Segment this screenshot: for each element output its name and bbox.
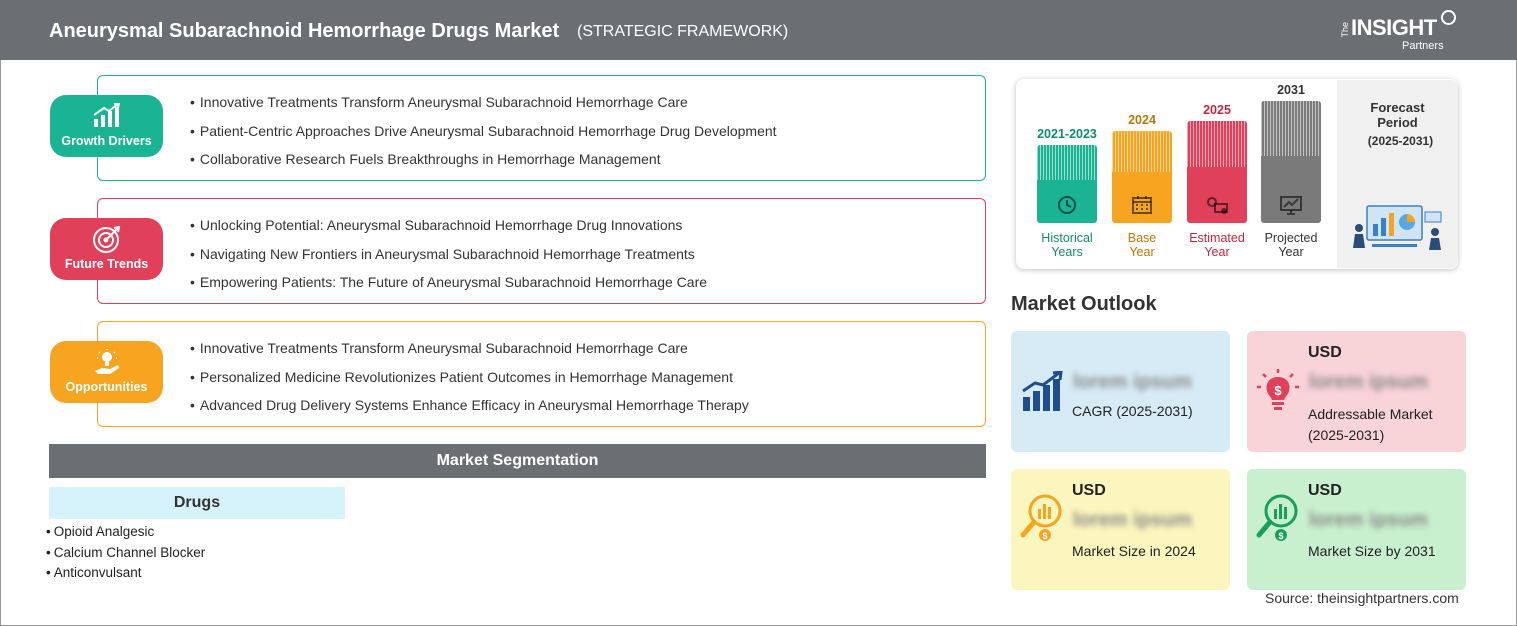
- addressable-market-label: Addressable Market (2025-2031): [1308, 406, 1433, 443]
- market-size-2031-label: Market Size by 2031: [1308, 543, 1436, 559]
- list-item: Advanced Drug Delivery Systems Enhance E…: [190, 397, 749, 426]
- badge-label: Future Trends: [64, 257, 149, 271]
- growth-drivers-badge: Growth Drivers: [50, 95, 163, 157]
- market-size-2024-value: lorem ipsum: [1073, 509, 1192, 531]
- logo-insight: INSIGHT: [1351, 15, 1437, 40]
- cagr-label: CAGR (2025-2031): [1072, 403, 1193, 419]
- market-size-2024-currency: USD: [1072, 482, 1106, 499]
- history-clock-icon: [1058, 196, 1076, 214]
- list-item: Innovative Treatments Transform Aneurysm…: [190, 94, 777, 123]
- timeline-bar: [1261, 101, 1321, 223]
- segment-item: Calcium Channel Blocker: [46, 545, 206, 566]
- magnifier-chart-green-icon: $: [1256, 494, 1298, 541]
- logo-ring-icon: [1441, 10, 1456, 25]
- future-trends-list: Unlocking Potential: Aneurysmal Subarach…: [190, 217, 707, 303]
- segment-list: Opioid Analgesic Calcium Channel Blocker…: [46, 524, 206, 586]
- svg-text:$: $: [1274, 383, 1282, 398]
- insight-partners-logo[interactable]: The INSIGHT Partners: [1340, 10, 1470, 55]
- market-size-2031-value: lorem ipsum: [1309, 509, 1428, 531]
- addressable-market-currency: USD: [1308, 344, 1342, 361]
- analytics-illustration-icon: [1353, 205, 1442, 250]
- timeline-label: Projected Year: [1264, 231, 1318, 259]
- cagr-card: lorem ipsum CAGR (2025-2031): [1011, 331, 1230, 452]
- opportunities-badge: Opportunities: [50, 341, 163, 403]
- market-size-2024-card: USD $ lorem ipsum Market Size in 2024: [1011, 469, 1230, 590]
- growth-chart-icon: [93, 103, 121, 127]
- market-size-2031-card: USD $ lorem ipsum Market Size by 2031: [1247, 469, 1466, 590]
- market-outlook-title: Market Outlook: [1011, 293, 1157, 315]
- segment-item: Anticonvulsant: [46, 565, 205, 586]
- future-trends-panel: Unlocking Potential: Aneurysmal Subarach…: [97, 198, 986, 304]
- segment-item: Opioid Analgesic: [46, 524, 205, 545]
- list-item: Empowering Patients: The Future of Aneur…: [190, 274, 707, 303]
- magnifier-chart-yellow-icon: $: [1020, 494, 1062, 541]
- timeline-year: 2021-2023: [1037, 127, 1097, 141]
- addressable-market-value: lorem ipsum: [1309, 371, 1428, 393]
- forecast-range: (2025-2031): [1367, 134, 1434, 148]
- badge-label: Growth Drivers: [61, 134, 152, 148]
- growth-drivers-list: Innovative Treatments Transform Aneurysm…: [190, 94, 777, 180]
- market-segmentation-header: Market Segmentation: [49, 444, 986, 478]
- list-item: Collaborative Research Fuels Breakthroug…: [190, 151, 777, 180]
- timeline-year: 2031: [1277, 83, 1305, 97]
- list-item: Personalized Medicine Revolutionizes Pat…: [190, 369, 749, 398]
- growth-drivers-panel: Innovative Treatments Transform Aneurysm…: [97, 75, 986, 181]
- list-item: Patient-Centric Approaches Drive Aneurys…: [190, 123, 777, 152]
- timeline-bar: [1187, 121, 1247, 223]
- timeline-year: 2025: [1203, 103, 1231, 117]
- opportunities-list: Innovative Treatments Transform Aneurysm…: [190, 340, 749, 426]
- page-subtitle: (STRATEGIC FRAMEWORK): [577, 23, 789, 40]
- page-header: Aneurysmal Subarachnoid Hemorrhage Drugs…: [0, 0, 1517, 60]
- list-item: Navigating New Frontiers in Aneurysmal S…: [190, 246, 707, 275]
- forecast-title: Forecast Period: [1370, 100, 1425, 130]
- market-size-2031-currency: USD: [1308, 482, 1342, 499]
- svg-text:$: $: [1042, 531, 1047, 541]
- settings-gear-icon: [1207, 197, 1228, 214]
- logo-the: The: [1340, 22, 1350, 38]
- source-credit: Source: theinsightpartners.com: [1265, 590, 1459, 606]
- logo-partners: Partners: [1402, 40, 1444, 52]
- list-item: Unlocking Potential: Aneurysmal Subarach…: [190, 217, 707, 246]
- timeline-year: 2024: [1128, 113, 1156, 127]
- bar-chart-growth-icon: [1022, 371, 1063, 411]
- svg-text:$: $: [1278, 531, 1283, 541]
- market-size-2024-label: Market Size in 2024: [1072, 543, 1196, 559]
- page-title: Aneurysmal Subarachnoid Hemorrhage Drugs…: [49, 20, 560, 42]
- lightbulb-dollar-icon: $: [1257, 369, 1299, 410]
- timeline-bar: [1037, 145, 1097, 223]
- presentation-board-icon: [1280, 196, 1302, 215]
- lightbulb-hand-icon: [95, 349, 119, 374]
- timeline-bar: [1112, 131, 1172, 223]
- calendar-icon: [1132, 196, 1152, 214]
- forecast-period-panel: Forecast Period (2025-2031): [1337, 80, 1458, 268]
- list-item: Innovative Treatments Transform Aneurysm…: [190, 340, 749, 369]
- future-trends-badge: Future Trends: [50, 218, 163, 280]
- opportunities-panel: Innovative Treatments Transform Aneurysm…: [97, 321, 986, 427]
- target-icon: [93, 226, 121, 253]
- badge-label: Opportunities: [65, 380, 148, 394]
- addressable-market-card: USD $ lorem ipsum Addressable Market (20…: [1247, 331, 1466, 452]
- cagr-value: lorem ipsum: [1073, 371, 1192, 393]
- segment-category-drugs: Drugs: [49, 487, 345, 519]
